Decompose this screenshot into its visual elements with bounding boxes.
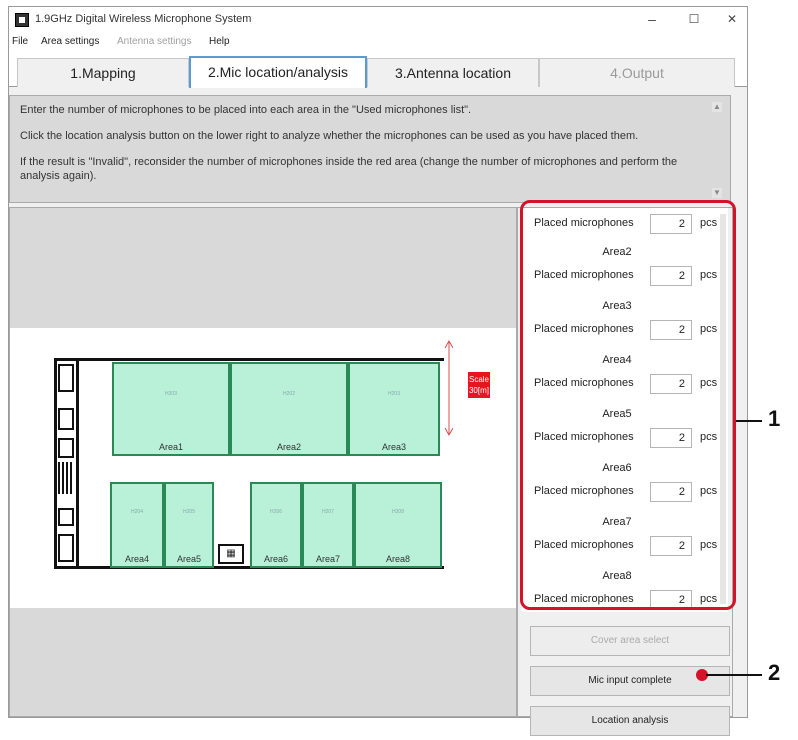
area-5[interactable]: H205 Area5: [164, 482, 214, 568]
tab-bar: 1.Mapping 2.Mic location/analysis 3.Ante…: [9, 51, 747, 88]
scroll-up-icon[interactable]: ▲: [712, 102, 722, 112]
tab-mic-location-analysis[interactable]: 2.Mic location/analysis: [189, 56, 367, 88]
wall: [54, 358, 444, 361]
tab-antenna-location[interactable]: 3.Antenna location: [367, 58, 539, 87]
area-8[interactable]: H208 Area8: [354, 482, 442, 568]
area-label: Area7: [315, 554, 341, 564]
area-label: Area1: [158, 442, 184, 452]
callout-number-1: 1: [768, 406, 781, 431]
menu-bar: File Area settings Antenna settings Help: [9, 33, 747, 51]
scale-arrow-icon: [444, 339, 454, 437]
title-bar: 1.9GHz Digital Wireless Microphone Syste…: [9, 7, 747, 33]
area-label: Area2: [276, 442, 302, 452]
app-icon: [15, 13, 29, 27]
stairs-icon: [58, 462, 74, 494]
scroll-down-icon[interactable]: ▼: [712, 188, 722, 198]
area-7[interactable]: H207 Area7: [302, 482, 354, 568]
area-label: Area4: [124, 554, 150, 564]
room-number: H202: [283, 391, 295, 397]
menu-area-settings[interactable]: Area settings: [41, 36, 99, 47]
cover-area-select-button[interactable]: Cover area select: [530, 626, 730, 656]
minimize-button[interactable]: –: [637, 9, 667, 29]
restroom-icon: [58, 508, 74, 526]
stairs-icon: [58, 364, 74, 392]
location-analysis-button[interactable]: Location analysis: [530, 706, 730, 736]
callout-number-2: 2: [768, 660, 781, 685]
room-number: H203: [388, 391, 400, 397]
restroom-icon: [58, 534, 74, 562]
area-6[interactable]: H206 Area6: [250, 482, 302, 568]
restroom-icon: [58, 438, 74, 458]
scale-badge: Scale 30[m]: [468, 372, 490, 398]
instruction-text-2: Click the location analysis button on th…: [20, 130, 639, 142]
tab-mapping[interactable]: 1.Mapping: [17, 58, 189, 87]
area-label: Area8: [385, 554, 411, 564]
callout-line-2: [706, 674, 762, 676]
close-button[interactable]: ✕: [717, 9, 747, 29]
floor-map-canvas[interactable]: H203 Area1 H202 Area2 H203 Area3 H204 Ar…: [10, 328, 516, 608]
callout-line-1: [736, 420, 762, 422]
tab-output[interactable]: 4.Output: [539, 58, 735, 87]
area-2[interactable]: H202 Area2: [230, 362, 348, 456]
wall: [54, 358, 57, 568]
area-4[interactable]: H204 Area4: [110, 482, 164, 568]
menu-antenna-settings[interactable]: Antenna settings: [117, 36, 192, 47]
room-number: H204: [131, 508, 143, 515]
instructions-panel: Enter the number of microphones to be pl…: [9, 95, 731, 203]
wall: [76, 358, 79, 568]
room-number: H206: [270, 508, 282, 515]
elevator-icon: ▦: [218, 544, 244, 564]
room-number: H205: [183, 508, 195, 515]
room-number: H207: [322, 508, 334, 515]
area-1[interactable]: H203 Area1: [112, 362, 230, 456]
room-number: H203: [165, 391, 177, 397]
area-label: Area3: [381, 442, 407, 452]
window-title: 1.9GHz Digital Wireless Microphone Syste…: [35, 13, 252, 25]
menu-help[interactable]: Help: [209, 36, 230, 47]
area-label: Area6: [263, 554, 289, 564]
room-number: H208: [392, 508, 404, 515]
floor-map-panel: H203 Area1 H202 Area2 H203 Area3 H204 Ar…: [9, 207, 517, 717]
maximize-button[interactable]: ☐: [679, 9, 709, 29]
instruction-text-1: Enter the number of microphones to be pl…: [20, 104, 472, 116]
instruction-text-3: If the result is "Invalid", reconsider t…: [20, 156, 678, 182]
area-label: Area5: [176, 554, 202, 564]
menu-file[interactable]: File: [12, 36, 28, 47]
callout-box-1: [520, 200, 736, 610]
area-3[interactable]: H203 Area3: [348, 362, 440, 456]
restroom-icon: [58, 408, 74, 430]
